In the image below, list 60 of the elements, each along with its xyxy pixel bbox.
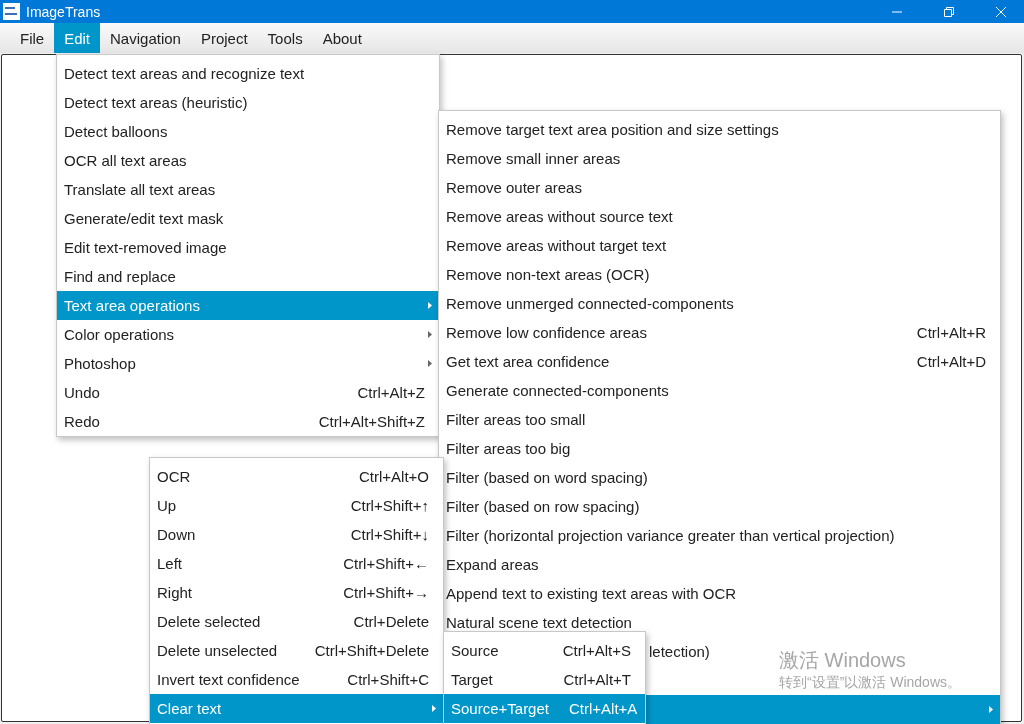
shortcut-text: Ctrl+Shift+← <box>343 555 429 572</box>
menu-item[interactable]: Left Ctrl+Shift+← <box>150 549 443 578</box>
menu-item[interactable]: Remove areas without target text <box>439 231 1000 260</box>
menu-item[interactable]: Right Ctrl+Shift+→ <box>150 578 443 607</box>
menu-item[interactable]: Remove low confidence areas Ctrl+Alt+R <box>439 318 1000 347</box>
restore-icon <box>943 5 955 18</box>
app-icon <box>3 3 20 20</box>
shortcut-text: Ctrl+Shift+↑ <box>350 497 429 514</box>
menu-item[interactable]: Target Ctrl+Alt+T <box>444 665 645 694</box>
activation-title: 激活 Windows <box>779 648 907 673</box>
menu-item[interactable]: Source Ctrl+Alt+S <box>444 636 645 665</box>
menu-item[interactable]: Get text area confidence Ctrl+Alt+D <box>439 347 1000 376</box>
menu-bar-item[interactable]: About <box>312 23 372 53</box>
menu-item[interactable]: Find and replace <box>57 262 439 291</box>
menu-item[interactable]: Remove non-text areas (OCR) <box>439 260 1000 289</box>
shortcut-text: Ctrl+Alt+A <box>569 700 638 717</box>
menu-item[interactable]: Translate all text areas <box>57 175 439 204</box>
shortcut-text: Ctrl+Shift+Delete <box>314 642 429 659</box>
menu-item[interactable]: Remove small inner areas <box>439 144 1000 173</box>
menu-item[interactable]: Down Ctrl+Shift+↓ <box>150 520 443 549</box>
menu-item[interactable]: Delete selected Ctrl+Delete <box>150 607 443 636</box>
menu-bar-item[interactable]: Navigation <box>100 23 191 53</box>
menu-bar-item[interactable]: Tools <box>257 23 313 53</box>
shortcut-text: Ctrl+Shift+↓ <box>350 526 429 543</box>
menu-item[interactable]: OCR Ctrl+Alt+O <box>150 462 443 491</box>
menu-item[interactable]: Generate connected-components <box>439 376 1000 405</box>
window-title: ImageTrans <box>26 3 102 20</box>
menu-bar-item[interactable]: Project <box>190 23 258 53</box>
menu-item[interactable]: Up Ctrl+Shift+↑ <box>150 491 443 520</box>
menu-item[interactable]: Color operations <box>57 320 439 349</box>
shortcut-text: Ctrl+Alt+O <box>358 468 429 485</box>
menu-item[interactable]: Remove outer areas <box>439 173 1000 202</box>
menu-item[interactable]: OCR all text areas <box>57 146 439 175</box>
shortcut-text: Ctrl+Alt+R <box>916 324 986 341</box>
menu-bar-item[interactable]: File <box>10 23 55 53</box>
menu-item[interactable]: Redo Ctrl+Alt+Shift+Z <box>57 407 439 436</box>
menu-item[interactable]: Filter areas too small <box>439 405 1000 434</box>
shortcut-text: Ctrl+Alt+T <box>563 671 631 688</box>
shortcut-text: Ctrl+Shift+→ <box>343 584 429 601</box>
shortcut-text: Ctrl+Alt+Shift+Z <box>318 413 425 430</box>
activation-text: 转到“设置”以激活 Windows。 <box>779 674 961 692</box>
menu-item[interactable]: Detect text areas (heuristic) <box>57 88 439 117</box>
menu-item[interactable]: Filter areas too big <box>439 434 1000 463</box>
menu-item[interactable]: Delete unselected Ctrl+Shift+Delete <box>150 636 443 665</box>
shortcut-text: Ctrl+Alt+D <box>916 353 986 370</box>
shortcut-text: Ctrl+Alt+S <box>562 642 631 659</box>
menu-item[interactable]: Remove unmerged connected-components <box>439 289 1000 318</box>
menu-item[interactable]: Undo Ctrl+Alt+Z <box>57 378 439 407</box>
menu-item[interactable]: Remove areas without source text <box>439 202 1000 231</box>
shortcut-text: Ctrl+Shift+C <box>347 671 429 688</box>
close-icon <box>995 5 1007 18</box>
menu-item[interactable]: Detect balloons <box>57 117 439 146</box>
menu-item[interactable]: Edit text-removed image <box>57 233 439 262</box>
menu-item[interactable]: Detect text areas and recognize text <box>57 59 439 88</box>
menu-item[interactable]: Invert text confidence Ctrl+Shift+C <box>150 665 443 694</box>
shortcut-text: Ctrl+Alt+Z <box>357 384 425 401</box>
menu-item[interactable]: Generate/edit text mask <box>57 204 439 233</box>
shortcut-text: Ctrl+Delete <box>353 613 429 630</box>
menu-item[interactable]: Photoshop <box>57 349 439 378</box>
menu-item[interactable]: Remove target text area position and size settings <box>439 115 1000 144</box>
